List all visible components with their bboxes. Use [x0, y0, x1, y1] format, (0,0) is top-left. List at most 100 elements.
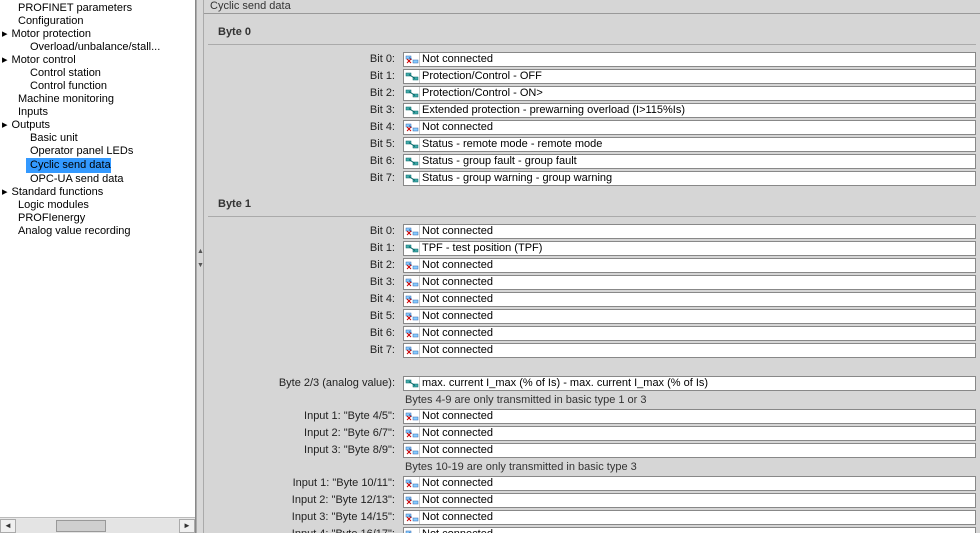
- scroll-thumb[interactable]: [56, 520, 106, 532]
- unlink-icon: [404, 53, 420, 66]
- bit-label: Bit 6:: [208, 327, 403, 339]
- bit-field[interactable]: Not connected: [403, 510, 976, 525]
- bit-row: Input 2: "Byte 12/13": Not connected: [204, 492, 980, 508]
- bit-value: Not connected: [420, 344, 975, 356]
- tree-item[interactable]: Machine monitoring: [14, 92, 114, 106]
- scroll-track[interactable]: [16, 519, 179, 533]
- bit-field[interactable]: Not connected: [403, 409, 976, 424]
- bit-field[interactable]: Not connected: [403, 476, 976, 491]
- tree-item-label: Control station: [30, 67, 101, 79]
- tree-item-label: Analog value recording: [18, 225, 131, 237]
- unlink-icon: [404, 293, 420, 306]
- bit-field[interactable]: Not connected: [403, 426, 976, 441]
- bit-label: Input 2: "Byte 12/13":: [208, 494, 403, 506]
- unlink-icon: [404, 327, 420, 340]
- bit-row: Bit 0: Not connected: [204, 51, 980, 67]
- note-1: Bytes 4-9 are only transmitted in basic …: [403, 394, 647, 406]
- tree-item[interactable]: Cyclic send data: [26, 158, 111, 173]
- bit-value: Not connected: [420, 427, 975, 439]
- bit-row: Bit 3:Extended protection - prewarning o…: [204, 102, 980, 118]
- analog-value: max. current I_max (% of Is) - max. curr…: [420, 377, 975, 389]
- analog-field[interactable]: max. current I_max (% of Is) - max. curr…: [403, 376, 976, 391]
- bit-label: Bit 0:: [208, 53, 403, 65]
- bit-label: Input 3: "Byte 8/9":: [208, 444, 403, 456]
- unlink-icon: [404, 528, 420, 533]
- bit-field[interactable]: Not connected: [403, 120, 976, 135]
- tree-item[interactable]: Overload/unbalance/stall...: [26, 40, 160, 54]
- tree-item[interactable]: Control station: [26, 66, 101, 80]
- bit-row: Input 4: "Byte 16/17":Not connected: [204, 526, 980, 533]
- tree-item-label: Control function: [30, 80, 107, 92]
- tree-item[interactable]: Motor protection: [8, 27, 91, 41]
- bit-label: Bit 2:: [208, 259, 403, 271]
- scroll-right-button[interactable]: ►: [179, 519, 195, 533]
- tree-item[interactable]: Standard functions: [8, 185, 104, 199]
- bit-field[interactable]: Not connected: [403, 52, 976, 67]
- unlink-icon: [404, 427, 420, 440]
- tree-item[interactable]: PROFINET parameters: [14, 1, 132, 15]
- bit-field[interactable]: Extended protection - prewarning overloa…: [403, 103, 976, 118]
- sidebar: PROFINET parametersConfiguration ▸ Motor p…: [0, 0, 196, 533]
- tree-item[interactable]: Basic unit: [26, 131, 78, 145]
- bit-field[interactable]: Protection/Control - ON>: [403, 86, 976, 101]
- bit-label: Input 4: "Byte 16/17":: [208, 528, 403, 533]
- bit-value: Status - remote mode - remote mode: [420, 138, 975, 150]
- bit-field[interactable]: Not connected: [403, 309, 976, 324]
- bit-label: Input 1: "Byte 10/11":: [208, 477, 403, 489]
- tree-item-label: Outputs: [12, 119, 51, 131]
- bit-row: Bit 2:Not connected: [204, 257, 980, 273]
- bit-row: Input 2: "Byte 6/7":Not connected: [204, 425, 980, 441]
- bit-row: Bit 7:Status - group warning - group war…: [204, 170, 980, 186]
- bit-field[interactable]: Not connected: [403, 224, 976, 239]
- bit-field[interactable]: Not connected: [403, 527, 976, 533]
- bit-label: Bit 3:: [208, 276, 403, 288]
- bit-field[interactable]: Not connected: [403, 443, 976, 458]
- unlink-icon: [404, 410, 420, 423]
- tree-item[interactable]: Outputs: [8, 118, 51, 132]
- bit-value: Not connected: [420, 511, 975, 523]
- bit-value: Status - group warning - group warning: [420, 172, 975, 184]
- bit-field[interactable]: Status - group warning - group warning: [403, 171, 976, 186]
- tree-item[interactable]: Control function: [26, 79, 107, 93]
- bit-field[interactable]: TPF - test position (TPF): [403, 241, 976, 256]
- bit-row: Bit 7:Not connected: [204, 342, 980, 358]
- bit-field[interactable]: Not connected: [403, 258, 976, 273]
- tree-item-label: Operator panel LEDs: [30, 145, 133, 157]
- bit-field[interactable]: Not connected: [403, 343, 976, 358]
- nav-tree: PROFINET parametersConfiguration ▸ Motor p…: [0, 0, 195, 517]
- unlink-icon: [404, 477, 420, 490]
- tree-item-label: Standard functions: [12, 186, 104, 198]
- bit-field[interactable]: Not connected: [403, 275, 976, 290]
- bit-value: Not connected: [420, 121, 975, 133]
- bit-field[interactable]: Not connected: [403, 493, 976, 508]
- bit-field[interactable]: Status - remote mode - remote mode: [403, 137, 976, 152]
- tree-item[interactable]: Inputs: [14, 105, 48, 119]
- bit-field[interactable]: Not connected: [403, 326, 976, 341]
- tree-item[interactable]: Logic modules: [14, 198, 89, 212]
- bit-field[interactable]: Status - group fault - group fault: [403, 154, 976, 169]
- link-icon: [404, 155, 420, 168]
- bit-label: Bit 1:: [208, 70, 403, 82]
- tree-item[interactable]: Analog value recording: [14, 224, 131, 238]
- tree-arrow-icon: ▸: [2, 54, 8, 66]
- tree-item[interactable]: PROFIenergy: [14, 211, 85, 225]
- scroll-left-button[interactable]: ◄: [0, 519, 16, 533]
- bit-value: Not connected: [420, 494, 975, 506]
- tree-arrow-icon: ▸: [2, 186, 8, 198]
- tree-item[interactable]: Operator panel LEDs: [26, 144, 133, 158]
- sidebar-hscroll[interactable]: ◄ ►: [0, 517, 195, 533]
- bit-field[interactable]: Not connected: [403, 292, 976, 307]
- unlink-icon: [404, 225, 420, 238]
- bit-value: Not connected: [420, 53, 975, 65]
- tree-item[interactable]: Configuration: [14, 14, 83, 28]
- bit-row: Input 1: "Byte 10/11":Not connected: [204, 475, 980, 491]
- tree-item-label: OPC-UA send data: [30, 173, 124, 185]
- tree-item[interactable]: OPC-UA send data: [26, 172, 124, 186]
- bit-label: Input 1: "Byte 4/5":: [208, 410, 403, 422]
- vertical-splitter[interactable]: ▲ ▼: [196, 0, 204, 533]
- bit-value: Not connected: [420, 225, 975, 237]
- bit-field[interactable]: Protection/Control - OFF: [403, 69, 976, 84]
- tree-item[interactable]: Motor control: [8, 53, 76, 67]
- bit-row: Bit 6:Not connected: [204, 325, 980, 341]
- link-icon: [404, 87, 420, 100]
